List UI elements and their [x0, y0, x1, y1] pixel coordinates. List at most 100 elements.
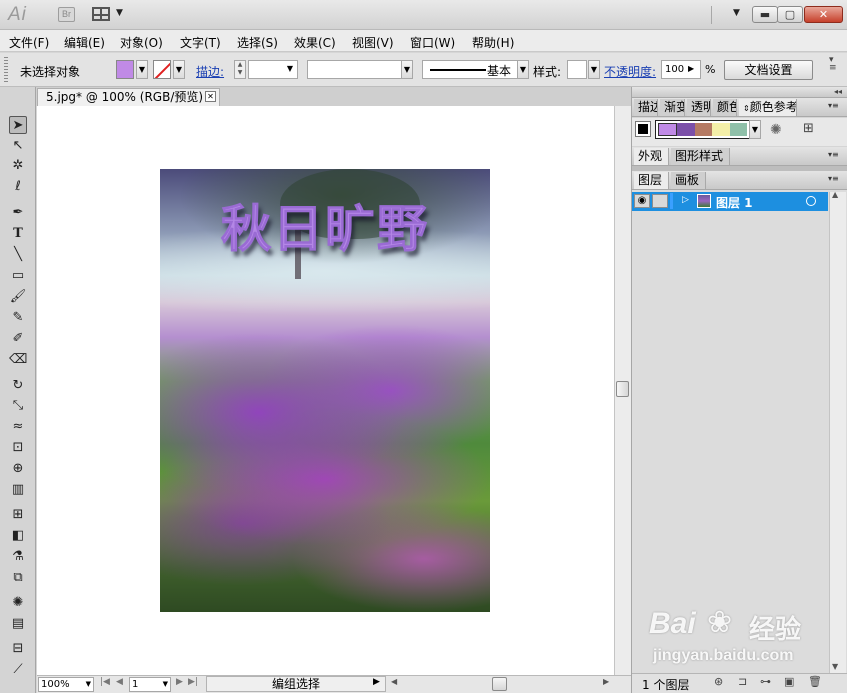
tab-artboards[interactable]: 画板 [671, 172, 706, 189]
selection-tool-icon[interactable]: ➤ [9, 116, 27, 134]
scroll-left-icon[interactable]: ◀ [391, 677, 397, 686]
menu-view[interactable]: 视图(V) [352, 34, 394, 51]
save-color-group-icon[interactable]: ⊞ [803, 121, 814, 136]
clipping-mask-icon[interactable]: ⊐ [738, 675, 747, 688]
direct-selection-tool-icon[interactable]: ↖ [9, 137, 27, 155]
pen-tool-icon[interactable]: ✒ [9, 204, 27, 222]
menu-help[interactable]: 帮助(H) [472, 34, 514, 51]
line-tool-icon[interactable]: ╲ [9, 246, 27, 264]
variable-width-dropdown[interactable] [307, 60, 413, 79]
fill-dropdown-arrow[interactable]: ▼ [136, 60, 148, 79]
brush-arrow[interactable]: ▼ [517, 60, 529, 79]
scroll-right-icon[interactable]: ▶ [603, 677, 609, 686]
stroke-label[interactable]: 描边: [196, 63, 224, 80]
menu-file[interactable]: 文件(F) [9, 34, 49, 51]
menu-object[interactable]: 对象(O) [120, 34, 163, 51]
scale-tool-icon[interactable]: ⤡ [9, 397, 27, 415]
tab-stroke[interactable]: 描边 [634, 99, 658, 116]
panel-dock-header[interactable] [632, 87, 847, 98]
opacity-input[interactable]: 100 [661, 60, 701, 79]
menu-select[interactable]: 选择(S) [237, 34, 278, 51]
menu-window[interactable]: 窗口(W) [410, 34, 455, 51]
harmony-swatch[interactable] [677, 123, 695, 136]
type-tool-icon[interactable]: T [9, 225, 27, 243]
new-layer-icon[interactable]: ▣ [784, 675, 794, 688]
graph-tool-icon[interactable]: ▥ [9, 481, 27, 499]
artboard-tool-icon[interactable]: ⊟ [9, 640, 27, 658]
new-sublayer-icon[interactable]: ⊶ [760, 675, 771, 688]
tab-color-guide[interactable]: ⇕颜色参考 [739, 99, 797, 116]
tab-color[interactable]: 颜色 [713, 99, 737, 116]
slice-tool-icon[interactable]: ⟋ [9, 661, 27, 679]
stroke-dropdown-arrow[interactable]: ▼ [173, 60, 185, 79]
stroke-swatch[interactable] [153, 60, 171, 79]
opacity-arrow-icon[interactable]: ▶ [688, 64, 694, 73]
artwork-image[interactable]: 秋日旷野 [160, 169, 490, 612]
free-transform-tool-icon[interactable]: ⊡ [9, 439, 27, 457]
delete-layer-icon[interactable]: 🗑 [808, 675, 822, 688]
menu-type[interactable]: 文字(T) [180, 34, 221, 51]
mesh-tool-icon[interactable]: ⊞ [9, 506, 27, 524]
maximize-button[interactable]: ▢ [777, 6, 803, 23]
panel-expand-icon[interactable]: ◂◂ [834, 87, 842, 96]
symbol-sprayer-tool-icon[interactable]: ✺ [9, 594, 27, 612]
blob-brush-tool-icon[interactable]: ✐ [9, 330, 27, 348]
color-panel-menu-icon[interactable]: ▾≡ [828, 101, 839, 110]
visibility-eye-icon[interactable]: ◉ [634, 194, 650, 208]
lasso-tool-icon[interactable]: ℓ [9, 178, 27, 196]
status-mode[interactable]: 编组选择 [206, 676, 386, 692]
menu-effect[interactable]: 效果(C) [294, 34, 336, 51]
color-wheel-icon[interactable]: ✺ [770, 122, 782, 138]
rectangle-tool-icon[interactable]: ▭ [9, 267, 27, 285]
tab-gradient[interactable]: 渐变 [660, 99, 685, 116]
brush-dropdown[interactable]: 基本 [422, 60, 518, 79]
eyedropper-tool-icon[interactable]: ⚗ [9, 548, 27, 566]
tab-transparency[interactable]: 透明 [687, 99, 711, 116]
document-tab-close-icon[interactable]: ✕ [205, 91, 216, 102]
harmony-swatch[interactable] [694, 123, 713, 136]
artwork-title-text[interactable]: 秋日旷野 [160, 189, 490, 261]
first-page-icon[interactable]: |◀ [100, 677, 110, 687]
harmony-swatch[interactable] [729, 123, 748, 136]
previous-page-icon[interactable]: ◀ [116, 677, 123, 687]
layers-panel-menu-icon[interactable]: ▾≡ [828, 174, 839, 183]
magic-wand-tool-icon[interactable]: ✲ [9, 157, 27, 175]
warp-tool-icon[interactable]: ≈ [9, 418, 27, 436]
harmony-bar[interactable] [655, 120, 750, 139]
layers-scroll-up-icon[interactable]: ▲ [832, 190, 838, 199]
layer-name[interactable]: 图层 1 [716, 194, 753, 211]
pencil-tool-icon[interactable]: ✎ [9, 309, 27, 327]
stroke-weight-stepper[interactable]: ▲ ▼ [234, 60, 246, 79]
graphic-style-arrow[interactable]: ▼ [588, 60, 600, 79]
paintbrush-tool-icon[interactable]: 🖌 [9, 288, 27, 306]
shape-builder-tool-icon[interactable]: ⊕ [9, 460, 27, 478]
gradient-tool-icon[interactable]: ◧ [9, 527, 27, 545]
opacity-label[interactable]: 不透明度: [604, 63, 656, 80]
variable-width-arrow[interactable]: ▼ [401, 60, 413, 79]
harmony-swatch[interactable] [658, 123, 678, 136]
tab-layers[interactable]: 图层 [634, 172, 669, 189]
chevron-down-icon[interactable]: ▼ [116, 8, 123, 18]
appearance-panel-menu-icon[interactable]: ▾≡ [828, 150, 839, 159]
document-tab[interactable]: 5.jpg* @ 100% (RGB/预览) [37, 88, 220, 106]
artboard-number-dropdown[interactable]: 1 ▼ [129, 677, 171, 692]
close-button[interactable]: ✕ [804, 6, 843, 23]
layer-target-icon[interactable] [806, 196, 816, 206]
base-color-swatch[interactable] [635, 121, 651, 137]
control-bar-menu-icon[interactable]: ▾ ≡ [829, 56, 837, 73]
stroke-weight-input[interactable]: ▼ [248, 60, 298, 79]
blend-tool-icon[interactable]: ⧉ [9, 569, 27, 587]
workspace-layout-icon[interactable] [92, 7, 110, 21]
last-page-icon[interactable]: ▶| [188, 677, 198, 687]
lock-toggle[interactable] [652, 194, 668, 208]
tab-appearance[interactable]: 外观 [634, 148, 669, 165]
graphic-style-swatch[interactable] [567, 60, 587, 79]
document-setup-button[interactable]: 文档设置 [724, 60, 813, 80]
zoom-dropdown[interactable]: 100% ▼ [38, 677, 94, 692]
harmony-swatch[interactable] [712, 123, 730, 136]
control-bar-grip[interactable] [4, 57, 8, 83]
rotate-tool-icon[interactable]: ↻ [9, 377, 27, 395]
expand-layer-icon[interactable]: ▷ [682, 195, 689, 205]
locate-object-icon[interactable]: ⊛ [714, 675, 723, 688]
fill-swatch[interactable] [116, 60, 134, 79]
